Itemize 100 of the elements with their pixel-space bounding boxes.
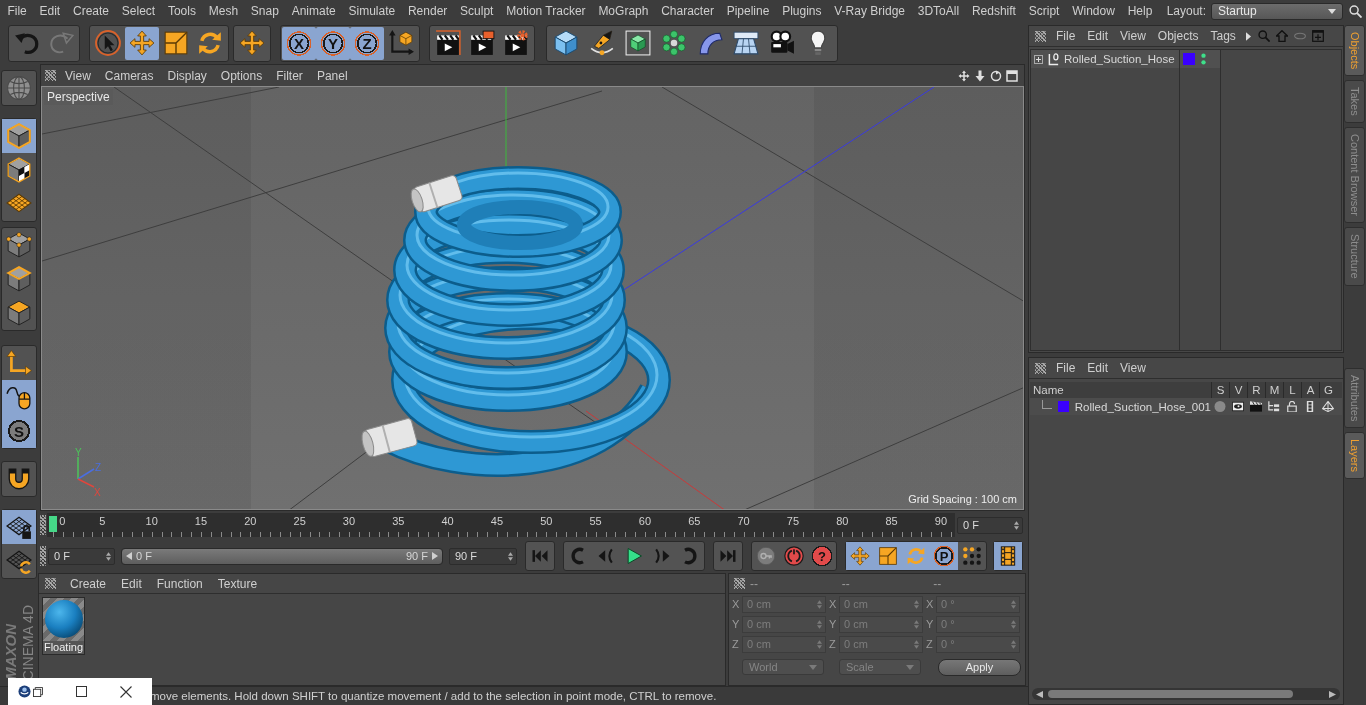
menu-item[interactable]: Create [63,576,115,591]
visibility-dots-icon[interactable] [1201,53,1206,65]
current-frame-field[interactable]: 0 F [957,516,1023,534]
spin-arrows-icon [1011,639,1016,649]
menu-item[interactable]: Objects [1151,29,1205,43]
grip-icon[interactable] [40,546,46,566]
menu-item[interactable]: 3DToAll [911,3,966,19]
scrollbar-thumb[interactable] [1048,690,1293,698]
apply-button[interactable]: Apply [938,658,1021,676]
menu-item[interactable]: Animate [285,3,343,19]
menu-item[interactable]: Help [1121,3,1159,19]
maximize-icon[interactable] [76,686,87,697]
grip-icon[interactable] [1035,362,1046,374]
menu-item[interactable]: Display [160,68,214,83]
right-arrow-icon[interactable] [1329,690,1336,698]
menu-item[interactable]: View [58,68,98,83]
menu-item[interactable]: File [1050,361,1082,375]
globe-icon [6,75,32,101]
down-arrow-icon[interactable] [974,69,986,82]
start-frame-field[interactable]: 0 F [48,547,115,565]
film-strip-icon [998,546,1018,566]
menu-item[interactable]: Texture [210,576,266,591]
frame-number: 70 [737,515,750,527]
menu-item[interactable]: Panel [309,68,355,83]
menu-item[interactable]: Filter [269,68,310,83]
timeline-ruler[interactable]: 0 5 10 15 20 25 30 35 40 45 50 55 60 65 70 75 80 85 90 [47,513,955,537]
menu-item[interactable]: Edit [1081,29,1115,43]
hierarchy-icon[interactable] [1268,401,1280,412]
axis-lock-button[interactable]: Z [350,26,384,60]
pen-nib-icon [589,30,615,56]
menu-item[interactable]: MoGraph [592,3,655,19]
frame-number: 25 [293,515,306,527]
menu-item[interactable]: Create [66,3,116,19]
app-icon[interactable] [18,685,31,698]
grip-icon[interactable] [45,70,56,81]
restore-icon[interactable] [33,686,43,697]
search-icon[interactable] [1349,4,1362,18]
menu-item[interactable]: Pipeline [720,3,776,19]
lock-workplane-button[interactable] [2,510,36,544]
layer-color-icon[interactable] [1183,53,1195,65]
move-arrows-icon[interactable] [958,69,970,82]
axis-lock-button[interactable]: Y [316,26,350,60]
menu-item[interactable]: Edit [33,3,67,19]
object-row[interactable]: Rolled_Suction_Hose [1031,50,1179,68]
menu-item[interactable]: Motion Tracker [499,3,592,19]
menu-item[interactable]: Select [115,3,162,19]
axis-lock-button[interactable]: X [282,26,316,60]
timeline-button[interactable] [994,542,1022,570]
solo-button[interactable]: S [2,414,36,448]
menu-item[interactable]: Cameras [97,68,161,83]
menu-item[interactable]: Simulate [342,3,402,19]
menu-item[interactable]: Snap [244,3,286,19]
menu-item[interactable]: File [1,3,34,19]
solo-dot-icon[interactable] [1214,401,1226,412]
eye-icon[interactable] [1232,401,1244,412]
menu-item[interactable]: View [1114,361,1152,375]
end-frame-field[interactable]: 90 F [449,547,517,565]
menu-item[interactable]: Sculpt [453,3,500,19]
grip-icon[interactable] [734,578,745,589]
frame-range-slider[interactable]: 0 F 90 F [121,547,443,565]
more-arrow-icon[interactable] [1245,31,1251,41]
left-arrow-icon[interactable] [1036,690,1043,698]
menu-item[interactable]: Plugins [775,3,828,19]
grip-icon[interactable] [1035,30,1046,42]
padlock-icon[interactable] [1286,401,1298,412]
menu-item[interactable]: Options [213,68,270,83]
menu-item[interactable]: Edit [114,576,150,591]
menu-item[interactable]: View [1114,29,1152,43]
menu-item[interactable]: Render [401,3,454,19]
grip-icon[interactable] [40,515,46,535]
scrollbar[interactable] [1032,688,1340,700]
menu-item[interactable]: Window [1065,3,1122,19]
menu-item[interactable]: Mesh [202,3,245,19]
material-tile[interactable]: Floating [42,597,85,655]
move-tool-button[interactable] [846,542,874,570]
menu-item[interactable]: Tags [1204,29,1242,43]
model-mode-button[interactable] [2,119,36,153]
left-arrow-icon [126,552,132,560]
clapperboard-icon[interactable] [1250,401,1262,412]
layer-color-icon[interactable] [1057,401,1069,412]
layout-dropdown[interactable]: Startup [1211,2,1343,20]
menu-item[interactable]: Function [149,576,211,591]
menu-item[interactable]: Tools [161,3,203,19]
close-icon[interactable] [120,685,132,698]
orbit-icon[interactable] [990,69,1002,82]
menu-item[interactable]: File [1050,29,1082,43]
menu-item[interactable]: Character [654,3,721,19]
expand-icon[interactable] [1034,54,1043,64]
film-strip-icon[interactable] [1304,401,1316,412]
frame-number: 75 [786,515,800,527]
column-header[interactable]: Name [1030,382,1211,398]
tweak-mode-button[interactable] [2,380,36,414]
menu-item[interactable]: Redshift [965,3,1023,19]
move-tool-button[interactable] [125,26,159,60]
parameter-button[interactable]: P [930,542,958,570]
menu-item[interactable]: Edit [1081,361,1115,375]
pyramid-icon[interactable] [1322,401,1334,412]
grip-icon[interactable] [45,578,56,589]
menu-item[interactable]: V-Ray Bridge [827,3,912,19]
menu-item[interactable]: Script [1022,3,1066,19]
